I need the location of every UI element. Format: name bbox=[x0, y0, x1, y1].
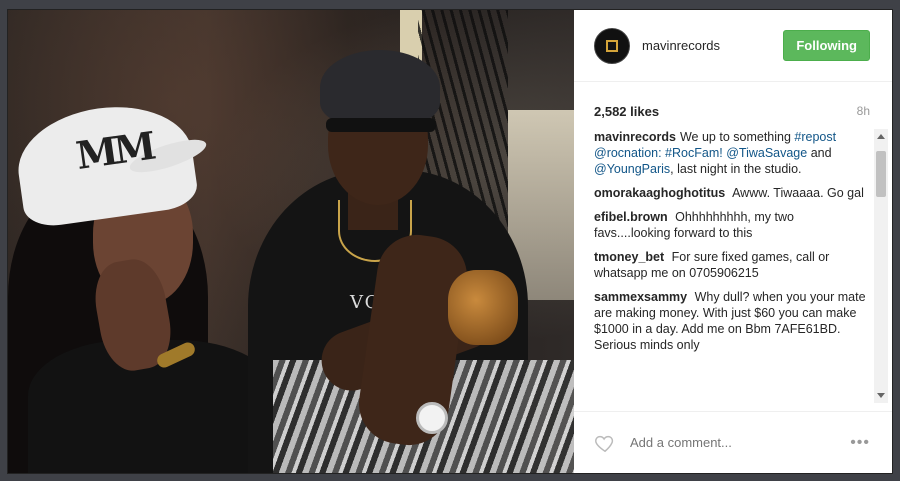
post-meta: 2,582 likes 8h bbox=[574, 82, 892, 129]
comments-list: mavinrecords We up to something #repost @… bbox=[594, 129, 888, 353]
comment-username[interactable]: tmoney_bet bbox=[594, 250, 664, 264]
mention-link[interactable]: @TiwaSavage bbox=[726, 146, 807, 160]
mention-link[interactable]: @YoungParis bbox=[594, 162, 670, 176]
scroll-up-icon[interactable] bbox=[877, 134, 885, 139]
comment-username[interactable]: omorakaaghoghotitus bbox=[594, 186, 725, 200]
list-item: mavinrecords We up to something #repost @… bbox=[594, 130, 837, 176]
scrollbar[interactable] bbox=[874, 129, 888, 403]
more-options-icon[interactable]: ••• bbox=[850, 434, 870, 452]
username-link[interactable]: mavinrecords bbox=[642, 38, 783, 53]
list-item: sammexsammy Why dull? when you your mate… bbox=[594, 289, 866, 353]
mavin-logo-icon bbox=[606, 39, 618, 52]
heart-icon[interactable] bbox=[594, 432, 616, 454]
list-item: omorakaaghoghotitus Awww. Tiwaaaa. Go ga… bbox=[594, 185, 866, 201]
list-item: efibel.brown Ohhhhhhhhh, my two favs....… bbox=[594, 209, 866, 241]
comment-username[interactable]: efibel.brown bbox=[594, 210, 668, 224]
scroll-down-icon[interactable] bbox=[877, 393, 885, 398]
post-modal: MM VO mavinrecords Following 2,582 likes… bbox=[7, 9, 893, 474]
likes-count[interactable]: 2,582 likes bbox=[594, 104, 659, 119]
post-photo[interactable]: MM VO bbox=[8, 10, 574, 473]
comment-username[interactable]: sammexsammy bbox=[594, 290, 687, 304]
post-header: mavinrecords Following bbox=[574, 10, 892, 82]
scrollbar-thumb[interactable] bbox=[876, 151, 886, 197]
comments-scroll-area[interactable]: mavinrecords We up to something #repost @… bbox=[594, 129, 888, 403]
comment-input[interactable] bbox=[628, 434, 851, 451]
post-side-panel: mavinrecords Following 2,582 likes 8h ma… bbox=[574, 10, 892, 473]
comment-bar: ••• bbox=[574, 411, 892, 473]
post-age[interactable]: 8h bbox=[857, 104, 870, 119]
following-button[interactable]: Following bbox=[783, 30, 870, 61]
list-item: tmoney_bet For sure fixed games, call or… bbox=[594, 249, 866, 281]
comment-username[interactable]: mavinrecords bbox=[594, 130, 676, 144]
comment-text: Awww. Tiwaaaa. Go gal bbox=[732, 186, 864, 200]
avatar[interactable] bbox=[594, 27, 630, 64]
